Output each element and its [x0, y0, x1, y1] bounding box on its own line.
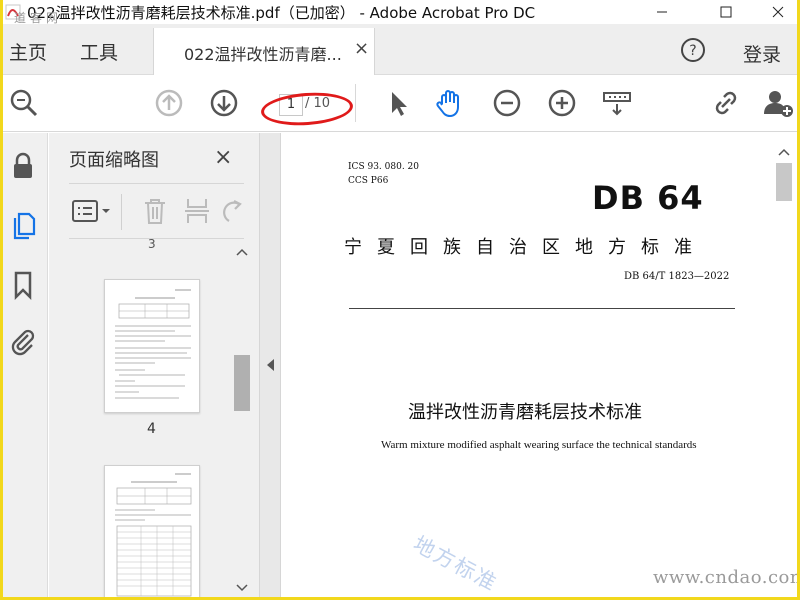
thumbnail-page-5[interactable]	[104, 465, 200, 597]
watermark-diagonal: 地方标准	[409, 531, 502, 597]
search-zoom-icon[interactable]	[7, 86, 41, 120]
document-view[interactable]: ICS 93. 080. 20 CCS P66 DB 64 宁夏回族自治区地方标…	[282, 133, 797, 597]
add-user-icon[interactable]	[761, 86, 795, 120]
thumbnail-page-4[interactable]	[104, 279, 200, 413]
document-tab[interactable]: 022温拌改性沥青磨... ×	[153, 28, 375, 75]
doc-standard-number: DB 64/T 1823—2022	[624, 271, 730, 282]
zoom-in-icon[interactable]	[545, 86, 579, 120]
rotate-icon[interactable]	[221, 196, 245, 226]
left-navigation-rail	[3, 133, 48, 597]
collapse-arrow-icon	[267, 359, 274, 371]
toolbar: 1 / 10	[3, 76, 797, 132]
select-arrow-icon[interactable]	[381, 86, 415, 120]
window-title: 022温拌改性沥青磨耗层技术标准.pdf（已加密） - Adobe Acroba…	[27, 3, 536, 22]
extract-page-icon[interactable]	[183, 196, 211, 226]
share-link-icon[interactable]	[709, 86, 743, 120]
page-thumbnails-panel: 页面缩略图 × 3 4	[49, 133, 259, 597]
doc-ccs-code: CCS P66	[348, 176, 389, 186]
bookmark-icon[interactable]	[8, 270, 38, 300]
zoom-out-icon[interactable]	[490, 86, 524, 120]
thumbnail-page-label: 3	[148, 237, 156, 251]
annotation-circle	[259, 89, 355, 129]
close-window-button[interactable]	[755, 0, 797, 24]
application-window: 022温拌改性沥青磨耗层技术标准.pdf（已加密） - Adobe Acroba…	[3, 0, 797, 597]
document-tab-label: 022温拌改性沥青磨...	[184, 45, 342, 64]
minimize-icon	[657, 11, 667, 13]
thumbnail-content	[115, 289, 191, 399]
page-display-icon[interactable]	[600, 86, 634, 120]
svg-text:?: ?	[689, 43, 696, 59]
close-icon	[772, 6, 784, 18]
doc-divider-line	[349, 308, 735, 309]
panel-collapse-handle[interactable]	[259, 133, 281, 597]
options-menu-icon[interactable]	[71, 198, 113, 224]
thumbnail-page-label: 4	[147, 421, 156, 437]
minimize-button[interactable]	[639, 0, 685, 24]
thumbnails-panel-title: 页面缩略图	[69, 150, 159, 171]
toolbar-divider	[121, 194, 122, 230]
help-icon[interactable]: ?	[680, 37, 706, 63]
title-bar: 022温拌改性沥青磨耗层技术标准.pdf（已加密） - Adobe Acroba…	[3, 0, 797, 24]
doc-title: 温拌改性沥青磨耗层技术标准	[408, 402, 642, 423]
doc-english-title: Warm mixture modified asphalt wearing su…	[381, 439, 697, 451]
tab-close-icon[interactable]: ×	[354, 38, 369, 59]
doc-standard-mark: DB 64	[592, 179, 704, 217]
hand-tool-icon[interactable]	[433, 86, 467, 120]
doc-issuing-authority: 宁夏回族自治区地方标准	[344, 237, 707, 258]
lock-icon[interactable]	[8, 151, 38, 181]
toolbar-divider	[355, 84, 356, 122]
thumbnails-scrollbar[interactable]	[233, 245, 251, 595]
document-scrollbar[interactable]	[775, 143, 793, 595]
login-link[interactable]: 登录	[743, 40, 781, 67]
next-page-icon[interactable]	[207, 86, 241, 120]
panel-close-icon[interactable]: ×	[214, 145, 232, 170]
page-thumbnails-icon[interactable]	[8, 210, 38, 240]
maximize-button[interactable]	[703, 0, 749, 24]
previous-page-icon[interactable]	[152, 86, 186, 120]
nav-tools[interactable]: 工具	[80, 38, 118, 65]
tab-bar: 主页 工具 022温拌改性沥青磨... × ? 登录	[3, 24, 797, 75]
attachment-icon[interactable]	[8, 326, 38, 356]
thumbnail-content	[115, 473, 192, 597]
nav-home[interactable]: 主页	[9, 38, 47, 65]
thumbnail-tools	[69, 183, 244, 239]
delete-icon[interactable]	[141, 196, 169, 226]
maximize-icon	[720, 6, 732, 18]
doc-ics-code: ICS 93. 080. 20	[348, 162, 419, 172]
